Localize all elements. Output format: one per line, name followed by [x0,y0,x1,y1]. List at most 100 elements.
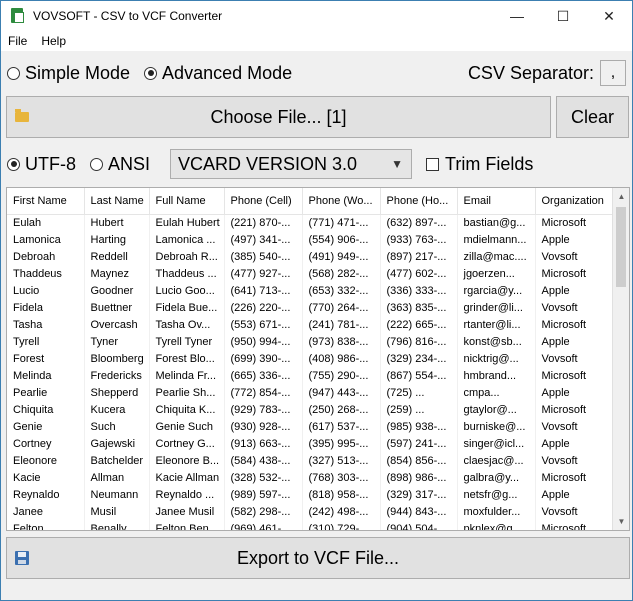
table-cell[interactable]: (329) 317-... [380,486,458,503]
table-cell[interactable]: Tyner [84,333,150,350]
table-cell[interactable]: Buettner [84,299,150,316]
table-cell[interactable]: mdielmann... [457,231,536,248]
table-cell[interactable]: (770) 264-... [302,299,381,316]
column-header[interactable]: Email [457,188,536,215]
vcard-version-select[interactable]: VCARD VERSION 3.0 ▼ [170,149,413,179]
table-cell[interactable]: (336) 333-... [380,282,458,299]
table-cell[interactable]: Vovsoft [535,452,613,469]
table-cell[interactable]: Neumann [84,486,150,503]
table-cell[interactable]: (491) 949-... [302,248,381,265]
table-cell[interactable]: Microsoft [535,520,613,530]
table-cell[interactable]: (947) 443-... [302,384,381,401]
table-cell[interactable]: (327) 513-... [302,452,381,469]
table-cell[interactable]: Fidela Bue... [149,299,225,316]
table-cell[interactable]: Kucera [84,401,150,418]
table-cell[interactable]: (867) 554-... [380,367,458,384]
table-cell[interactable]: (584) 438-... [224,452,303,469]
table-cell[interactable]: (226) 220-... [224,299,303,316]
table-cell[interactable]: Batchelder [84,452,150,469]
table-cell[interactable]: pknlex@g... [457,520,536,530]
table-cell[interactable]: (796) 816-... [380,333,458,350]
table-cell[interactable]: Apple [535,384,613,401]
table-cell[interactable]: Goodner [84,282,150,299]
table-cell[interactable]: cmpa... [457,384,536,401]
export-button[interactable]: Export to VCF File... [6,537,630,579]
table-cell[interactable]: claesjac@... [457,452,536,469]
table-cell[interactable]: (617) 537-... [302,418,381,435]
table-cell[interactable]: (221) 870-... [224,214,303,231]
table-cell[interactable]: (929) 783-... [224,401,303,418]
table-row[interactable]: Eulah Hubert Eulah Hubert (221) 870-... (771… [7,214,613,231]
table-cell[interactable]: Maynez [84,265,150,282]
clear-button[interactable]: Clear [556,96,629,138]
ansi-option[interactable]: ANSI [90,154,150,175]
column-header[interactable]: First Name [7,188,85,215]
table-cell[interactable]: Kacie Allman [149,469,225,486]
table-cell[interactable]: Thaddeus ... [149,265,225,282]
table-cell[interactable]: Vovsoft [535,299,613,316]
table-row[interactable]: Eleonore Batchelder Eleonore B... (584) 438… [7,452,613,469]
minimize-button[interactable]: — [494,1,540,31]
table-cell[interactable]: (408) 986-... [302,350,381,367]
table-row[interactable]: Melinda Fredericks Melinda Fr... (665) 336-… [7,367,613,384]
table-cell[interactable]: netsfr@g... [457,486,536,503]
table-cell[interactable]: (641) 713-... [224,282,303,299]
table-cell[interactable]: (250) 268-... [302,401,381,418]
table-cell[interactable]: Musil [84,503,150,520]
table-cell[interactable]: Apple [535,282,613,299]
table-cell[interactable]: (477) 602-... [380,265,458,282]
table-cell[interactable]: (950) 994-... [224,333,303,350]
trim-fields-checkbox[interactable] [426,157,440,171]
table-cell[interactable]: Fredericks [84,367,150,384]
csv-separator-field[interactable]: , [600,60,626,86]
scroll-down-icon[interactable]: ▼ [613,513,629,530]
table-cell[interactable]: Lamonica [7,231,85,248]
table-cell[interactable]: Benally [84,520,150,530]
maximize-button[interactable]: ☐ [540,1,586,31]
table-cell[interactable]: Reynaldo ... [149,486,225,503]
title-bar[interactable]: VOVSOFT - CSV to VCF Converter — ☐ ✕ [1,1,632,31]
table-cell[interactable]: moxfulder... [457,503,536,520]
table-cell[interactable]: Eulah Hubert [149,214,225,231]
vertical-scrollbar[interactable]: ▲ ▼ [612,188,629,530]
table-cell[interactable]: Cortney [7,435,85,452]
advanced-mode-radio[interactable] [144,66,158,80]
close-button[interactable]: ✕ [586,1,632,31]
table-row[interactable]: Debroah Reddell Debroah R... (385) 540-...(… [7,248,613,265]
table-cell[interactable]: Debroah R... [149,248,225,265]
scroll-up-icon[interactable]: ▲ [613,188,629,205]
table-cell[interactable]: gtaylor@... [457,401,536,418]
table-cell[interactable]: konst@sb... [457,333,536,350]
table-cell[interactable]: (385) 540-... [224,248,303,265]
table-cell[interactable]: Allman [84,469,150,486]
table-cell[interactable]: (772) 854-... [224,384,303,401]
table-cell[interactable]: (933) 763-... [380,231,458,248]
table-cell[interactable]: (904) 504-... [380,520,458,530]
table-cell[interactable]: (973) 838-... [302,333,381,350]
simple-mode-option[interactable]: Simple Mode [7,63,130,84]
advanced-mode-option[interactable]: Advanced Mode [144,63,292,84]
table-cell[interactable]: Genie [7,418,85,435]
table-cell[interactable]: (771) 471-... [302,214,381,231]
column-header[interactable]: Full Name [149,188,225,215]
table-cell[interactable]: Pearlie Sh... [149,384,225,401]
table-cell[interactable]: Microsoft [535,316,613,333]
table-cell[interactable]: Melinda Fr... [149,367,225,384]
table-cell[interactable]: (241) 781-... [302,316,381,333]
column-header[interactable]: Phone (Cell) [224,188,303,215]
table-cell[interactable]: (582) 298-... [224,503,303,520]
table-row[interactable]: Genie Such Genie Such (930) 928-... (617) 53… [7,418,613,435]
table-cell[interactable]: Eleonore B... [149,452,225,469]
table-cell[interactable]: zilla@mac.... [457,248,536,265]
table-row[interactable]: Fidela Buettner Fidela Bue... (226) 220-...… [7,299,613,316]
table-cell[interactable]: Felton Ben... [149,520,225,530]
table-cell[interactable]: Apple [535,435,613,452]
menu-help[interactable]: Help [34,34,73,48]
table-cell[interactable]: Pearlie [7,384,85,401]
table-cell[interactable]: rgarcia@y... [457,282,536,299]
table-cell[interactable]: Apple [535,486,613,503]
utf8-radio[interactable] [7,157,20,171]
table-cell[interactable]: Overcash [84,316,150,333]
table-cell[interactable]: (497) 341-... [224,231,303,248]
table-cell[interactable]: Bloomberg [84,350,150,367]
